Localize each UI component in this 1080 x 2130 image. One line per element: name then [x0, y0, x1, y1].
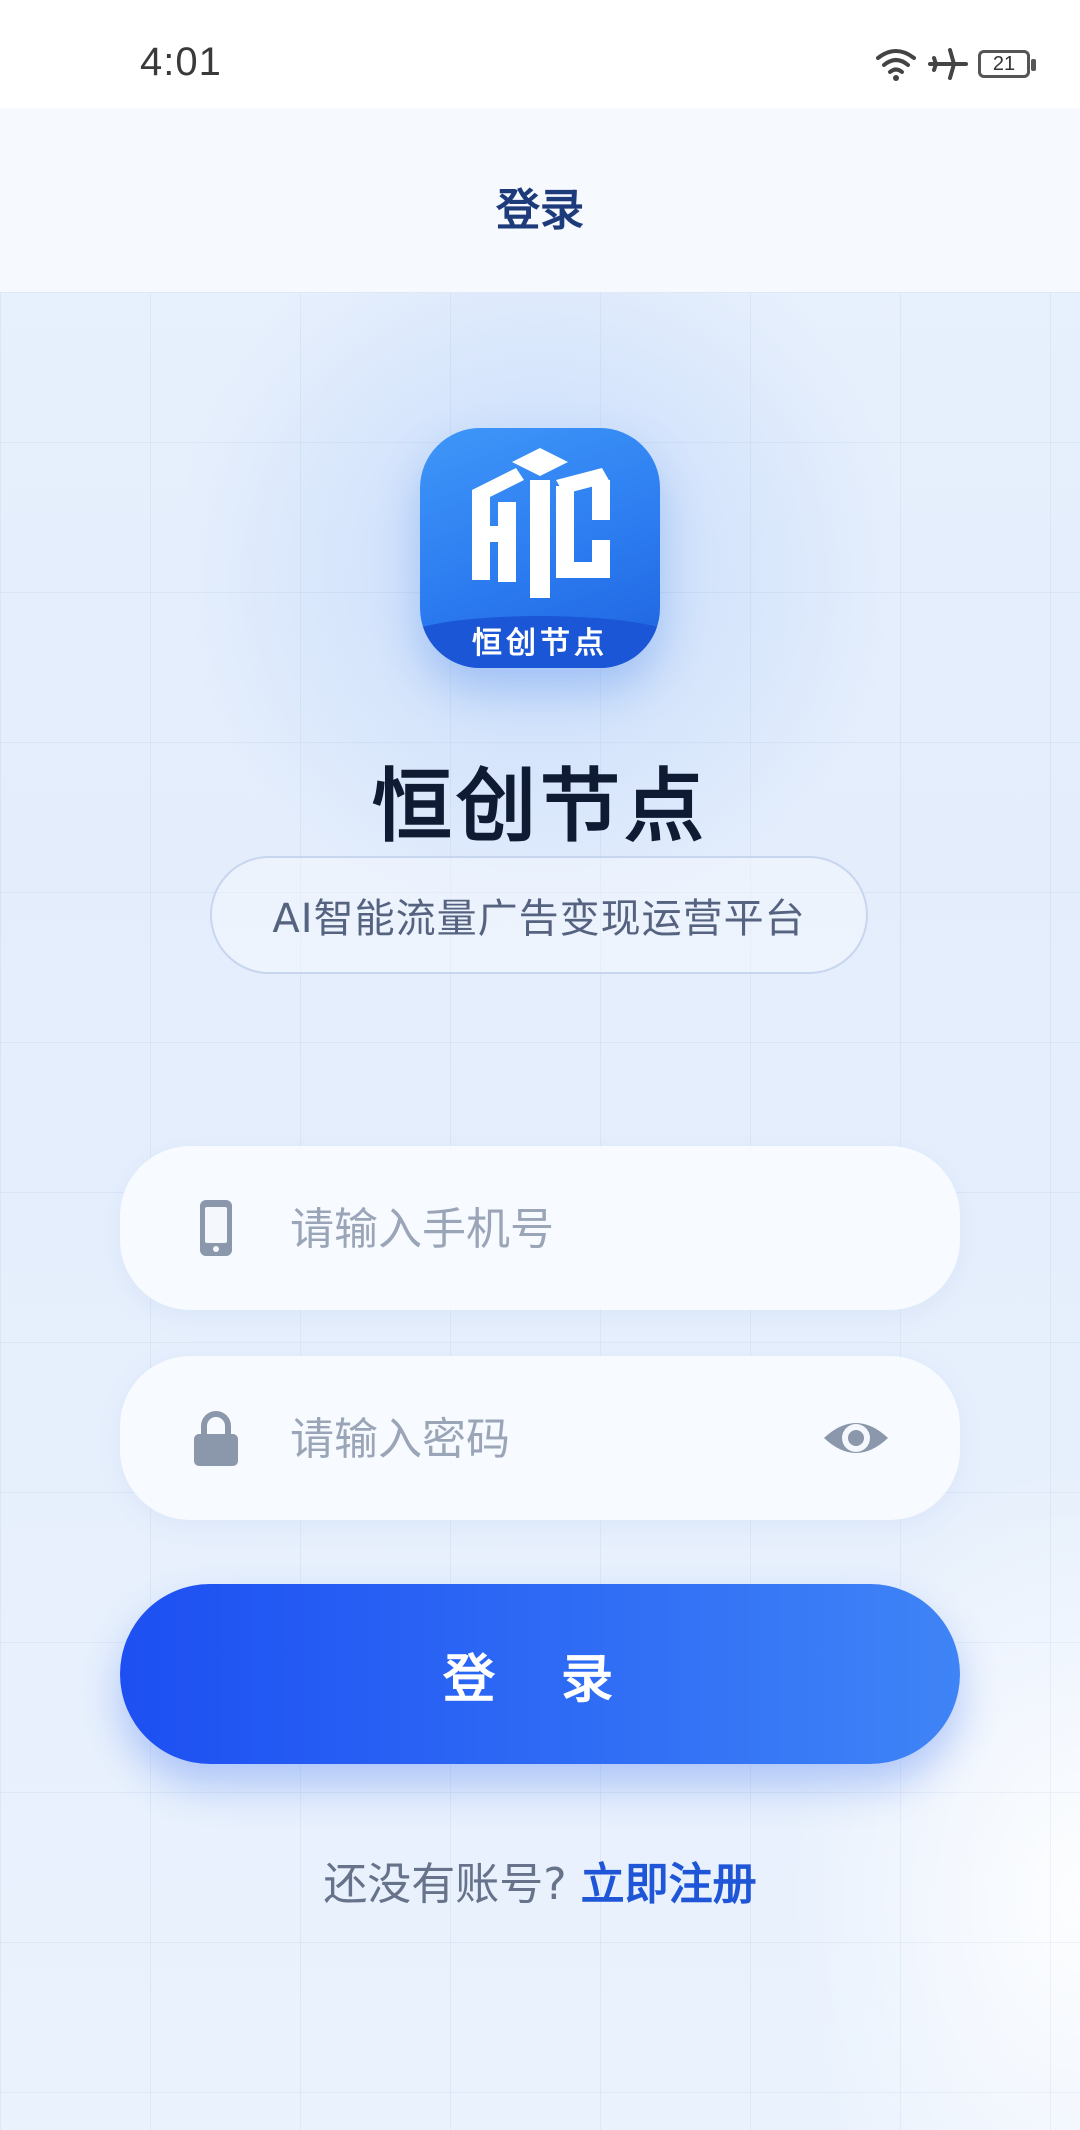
wifi-icon [876, 49, 916, 81]
login-button[interactable]: 登 录 [120, 1584, 960, 1764]
nav-header: 登录 [0, 108, 1080, 293]
hyc-logo-mark [472, 448, 610, 598]
app-tagline: AI智能流量广告变现运营平台 [210, 856, 868, 974]
eye-icon[interactable] [820, 1408, 892, 1468]
lock-icon [194, 1411, 238, 1466]
page-title: 登录 [496, 185, 584, 236]
app-logo: 恒创节点 [420, 428, 660, 668]
status-bar: 4:01 21 [0, 0, 1080, 108]
battery-icon: 21 [978, 50, 1036, 78]
battery-level: 21 [992, 52, 1016, 75]
register-question: 还没有账号? [323, 1859, 567, 1910]
airplane-icon [928, 48, 968, 80]
phone-field[interactable] [120, 1146, 960, 1310]
status-icons: 21 [874, 44, 1036, 84]
register-prompt: 还没有账号? 立即注册 [0, 1848, 1080, 1912]
app-name: 恒创节点 [372, 760, 708, 853]
register-link[interactable]: 立即注册 [581, 1859, 757, 1910]
phone-input[interactable] [288, 1190, 852, 1268]
phone-icon [200, 1200, 232, 1256]
password-field[interactable] [120, 1356, 960, 1520]
logo-label: 恒创节点 [472, 626, 608, 661]
status-time: 4:01 [140, 40, 222, 84]
password-input[interactable] [288, 1400, 852, 1478]
